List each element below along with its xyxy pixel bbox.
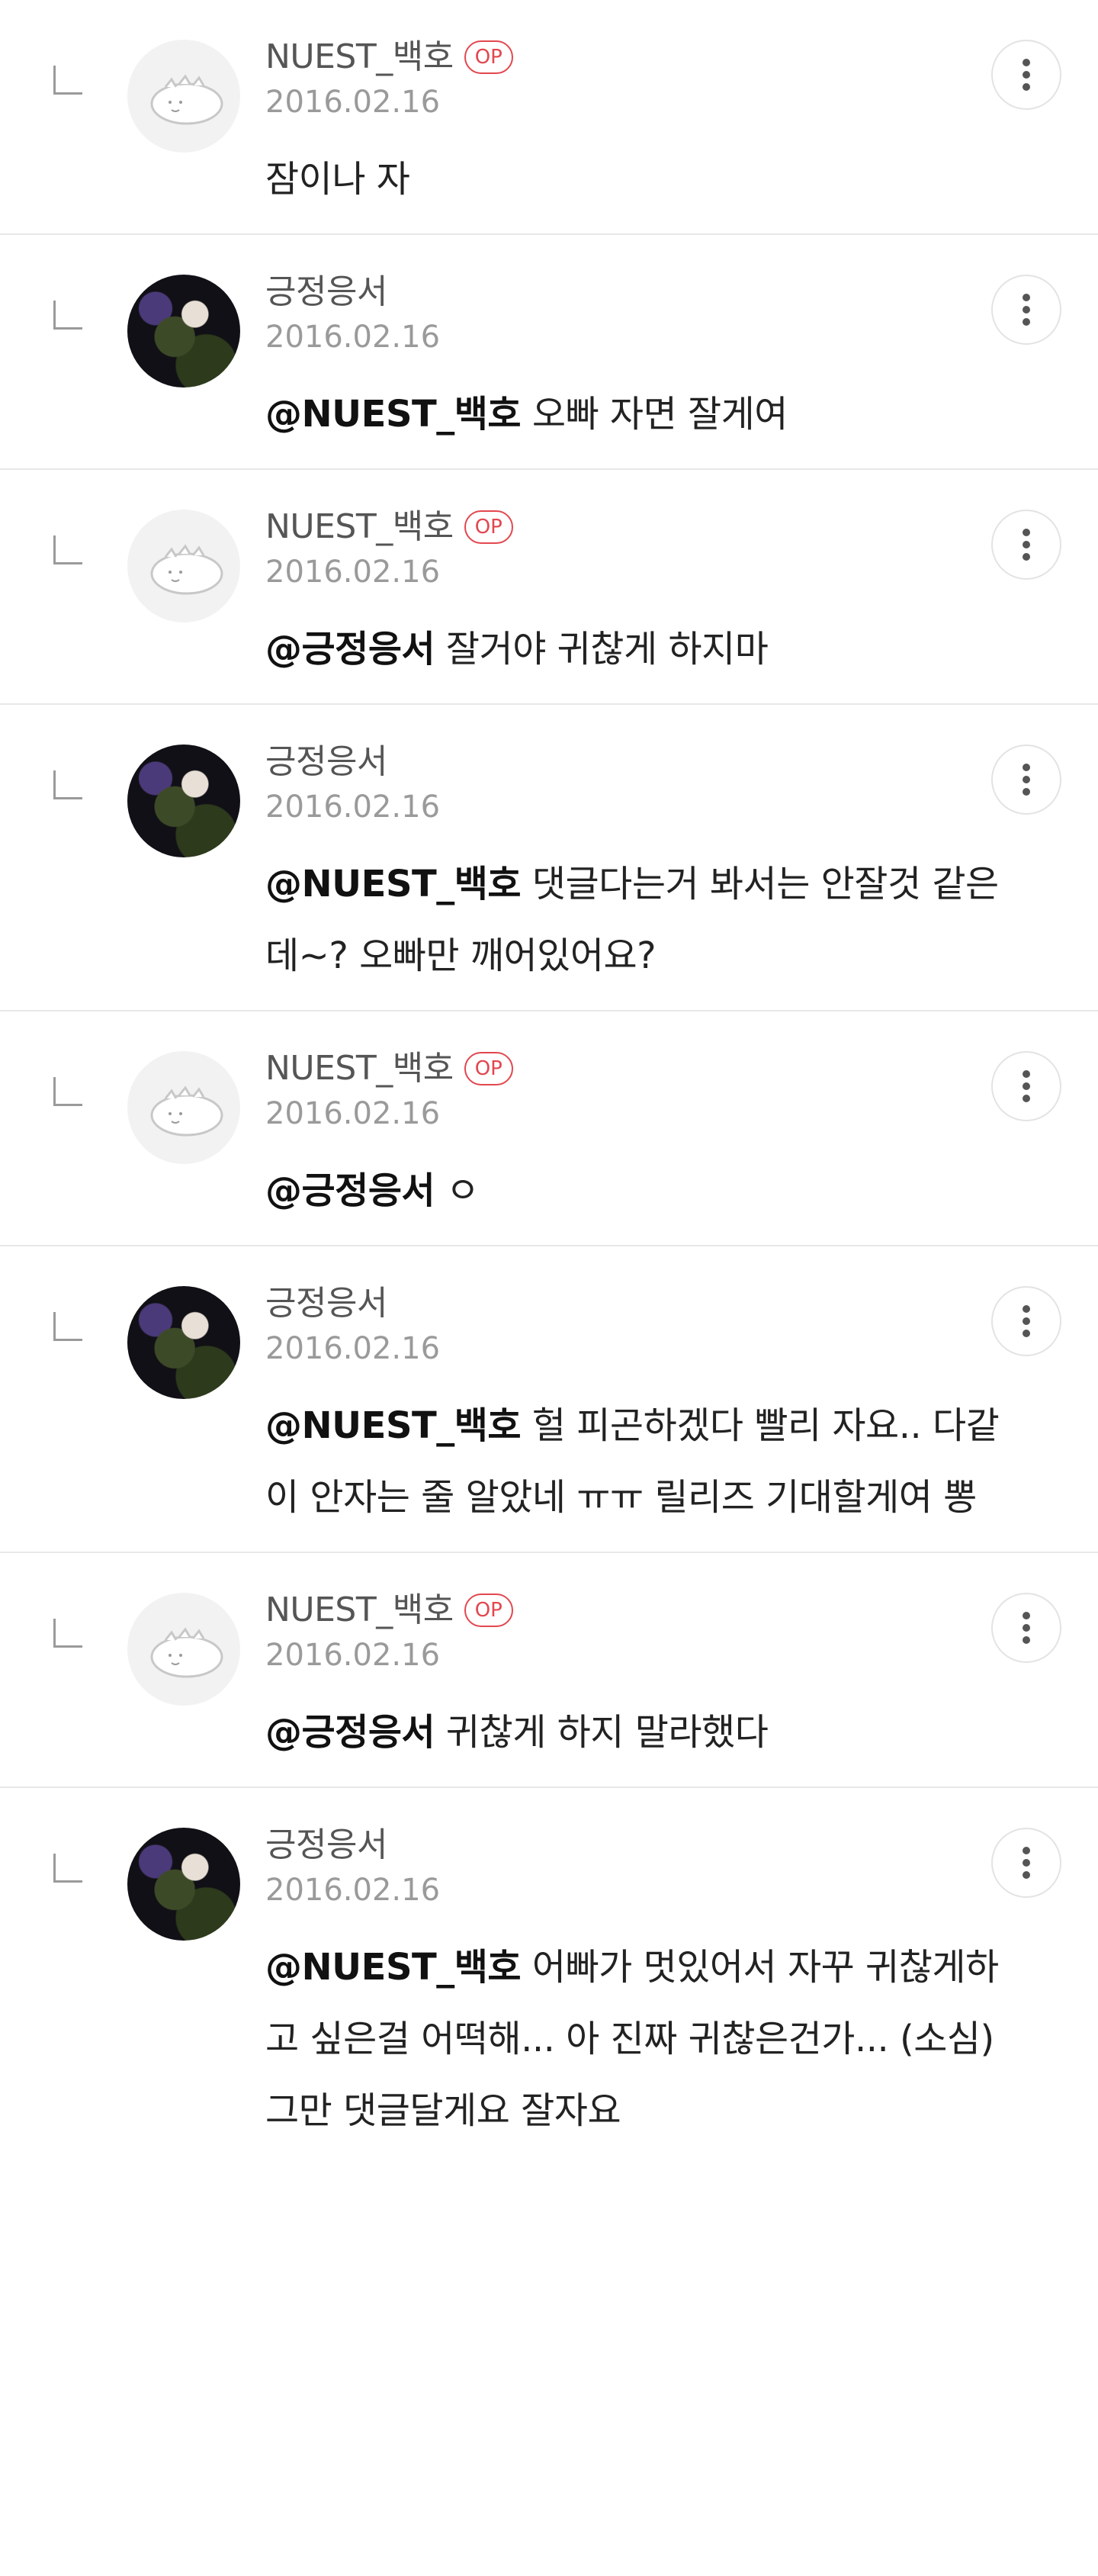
comment-body: 귀찮게 하지 말라했다 [435,1711,769,1754]
comment-item: NUEST_백호 OP 2016.02.16 @긍정응서 귀찮게 하지 말라했다 [0,1553,1098,1788]
comment-item: NUEST_백호 OP 2016.02.16 잠이나 자 [0,0,1098,235]
comment-body: 오빠 자면 잘게여 [521,393,788,436]
avatar[interactable] [127,275,240,388]
comment-date: 2016.02.16 [265,555,441,590]
comment-date: 2016.02.16 [265,790,441,825]
avatar[interactable] [127,1828,240,1941]
more-options-button[interactable] [991,744,1061,815]
more-options-button[interactable] [991,275,1061,345]
reply-arrow-icon [53,301,82,330]
reply-arrow-icon [53,66,82,95]
comment-item: NUEST_백호 OP 2016.02.16 @긍정응서 잘거야 귀찮게 하지마 [0,470,1098,705]
more-options-button[interactable] [991,510,1061,580]
mention-link[interactable]: @NUEST_백호 [265,393,522,436]
dinosaur-avatar-icon [150,1085,223,1137]
reply-arrow-icon [53,770,82,799]
comment-item: 긍정응서 2016.02.16 @NUEST_백호 댓글다는거 봐서는 안잘것 … [0,705,1098,1011]
reply-arrow-icon [53,1312,82,1341]
mention-link[interactable]: @NUEST_백호 [265,1404,522,1447]
comment-date: 2016.02.16 [265,320,441,355]
comment-text: @긍정응서 ㅇ [265,1155,1006,1245]
op-badge: OP [464,40,513,74]
avatar[interactable] [127,1593,240,1706]
more-vertical-icon [1023,1612,1030,1644]
more-options-button[interactable] [991,1593,1061,1663]
reply-arrow-icon [53,1077,82,1106]
op-badge: OP [464,510,513,544]
avatar[interactable] [127,1051,240,1164]
mention-link[interactable]: @NUEST_백호 [265,1946,522,1989]
more-vertical-icon [1023,1070,1030,1102]
comment-text: @NUEST_백호 헐 피곤하겠다 빨리 자요.. 다같이 안자는 줄 알았네 … [265,1390,1006,1552]
comment-item: 긍정응서 2016.02.16 @NUEST_백호 어빠가 멋있어서 자꾸 귀찮… [0,1788,1098,2165]
more-options-button[interactable] [991,40,1061,110]
op-badge: OP [464,1594,513,1627]
comment-text: 잠이나 자 [265,143,1006,233]
more-vertical-icon [1023,529,1030,561]
more-options-button[interactable] [991,1051,1061,1121]
comment-item: NUEST_백호 OP 2016.02.16 @긍정응서 ㅇ [0,1011,1098,1246]
mention-link[interactable]: @긍정응서 [265,1169,435,1212]
mention-link[interactable]: @긍정응서 [265,1711,435,1754]
comment-text: @NUEST_백호 오빠 자면 잘게여 [265,378,1006,468]
avatar[interactable] [127,744,240,857]
comment-text: @긍정응서 귀찮게 하지 말라했다 [265,1696,1006,1786]
comment-date: 2016.02.16 [265,1096,441,1131]
more-vertical-icon [1023,294,1030,326]
comment-text: @NUEST_백호 어빠가 멋있어서 자꾸 귀찮게하고 싶은걸 어떡해... 아… [265,1931,1006,2165]
more-vertical-icon [1023,1847,1030,1879]
mention-link[interactable]: @긍정응서 [265,628,435,671]
comment-author[interactable]: NUEST_백호 [265,508,454,546]
comment-date: 2016.02.16 [265,85,441,120]
op-badge: OP [464,1052,513,1085]
avatar[interactable] [127,510,240,622]
reply-arrow-icon [53,1854,82,1883]
dinosaur-avatar-icon [150,74,223,125]
comment-author[interactable]: 긍정응서 [265,273,387,311]
comment-item: 긍정응서 2016.02.16 @NUEST_백호 오빠 자면 잘게여 [0,235,1098,470]
comment-author[interactable]: NUEST_백호 [265,38,454,76]
comment-author[interactable]: 긍정응서 [265,1285,387,1323]
reply-arrow-icon [53,1619,82,1648]
comment-author[interactable]: 긍정응서 [265,1826,387,1864]
comment-date: 2016.02.16 [265,1638,441,1673]
comment-date: 2016.02.16 [265,1331,441,1366]
comment-body: 잠이나 자 [265,158,410,201]
avatar[interactable] [127,1286,240,1399]
comment-list: NUEST_백호 OP 2016.02.16 잠이나 자 긍정응서 2016.0… [0,0,1098,2165]
avatar[interactable] [127,40,240,153]
dinosaur-avatar-icon [150,544,223,595]
mention-link[interactable]: @NUEST_백호 [265,863,522,905]
comment-body: ㅇ [435,1169,480,1212]
more-vertical-icon [1023,59,1030,91]
more-options-button[interactable] [991,1828,1061,1898]
comment-body: 잘거야 귀찮게 하지마 [435,628,769,671]
more-vertical-icon [1023,1305,1030,1337]
comment-author[interactable]: NUEST_백호 [265,1591,454,1629]
comment-author[interactable]: 긍정응서 [265,743,387,781]
dinosaur-avatar-icon [150,1627,223,1678]
comment-item: 긍정응서 2016.02.16 @NUEST_백호 헐 피곤하겠다 빨리 자요.… [0,1246,1098,1553]
reply-arrow-icon [53,535,82,564]
comment-date: 2016.02.16 [265,1873,441,1908]
comment-author[interactable]: NUEST_백호 [265,1050,454,1088]
more-options-button[interactable] [991,1286,1061,1356]
more-vertical-icon [1023,764,1030,796]
comment-text: @NUEST_백호 댓글다는거 봐서는 안잘것 같은데~? 오빠만 깨어있어요? [265,848,1006,1010]
comment-text: @긍정응서 잘거야 귀찮게 하지마 [265,613,1006,703]
